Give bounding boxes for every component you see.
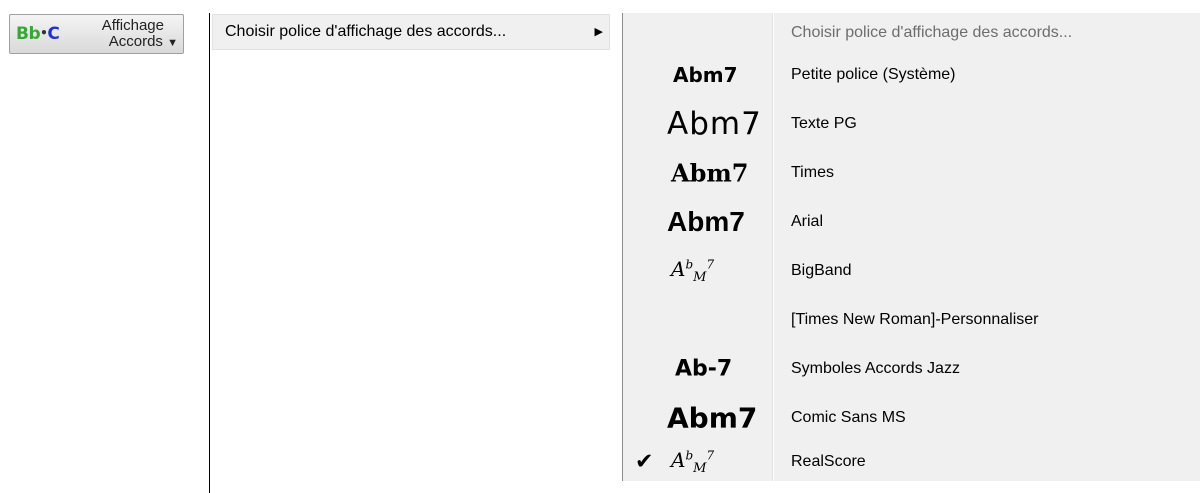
icon-c-text: C [47,24,60,44]
sample-flat: b [685,256,694,271]
chord-display-button[interactable]: Bb•C Affichage Accords ▼ [9,14,184,54]
font-sample: Ab-7 [675,356,733,381]
sample-flat: b [685,447,694,462]
font-option-arial[interactable]: Abm7 Arial [623,197,1200,246]
sample-minor: M [693,269,707,285]
sample-root: A [671,256,686,281]
font-option-times[interactable]: Abm7 Times [623,148,1200,197]
menu-item-choose-chord-font[interactable]: Choisir police d'affichage des accords..… [212,14,610,50]
font-option-times-new-roman-custom[interactable]: [Times New Roman]-Personnaliser [623,295,1200,344]
font-option-label: Comic Sans MS [791,408,906,426]
font-option-bigband[interactable]: AbM7 BigBand [623,246,1200,295]
font-option-comic-sans[interactable]: Abm7 Comic Sans MS [623,393,1200,442]
font-sample: AbM7 [671,448,714,476]
font-sample: Abm7 [667,205,745,237]
sample-seventh: 7 [706,447,715,462]
chord-display-icon: Bb•C [16,24,60,44]
sample-minor: M [693,460,707,476]
font-option-label: Petite police (Système) [791,65,956,83]
font-option-label: RealScore [791,452,866,470]
font-option-label: Symboles Accords Jazz [791,359,960,377]
font-option-label: Times [791,163,834,181]
font-option-label: [Times New Roman]-Personnaliser [791,310,1039,328]
label-line2: Accords [108,33,163,50]
submenu-header: Choisir police d'affichage des accords..… [623,13,1200,53]
font-sample: Abm7 [667,401,758,434]
font-option-texte-pg[interactable]: Abm7 Texte PG [623,99,1200,148]
font-option-label: Arial [791,212,824,230]
checkmark-icon: ✔ [635,449,654,474]
font-option-jazz-symbols[interactable]: Ab-7 Symboles Accords Jazz [623,344,1200,393]
chord-display-label: Affichage Accords ▼ [84,18,178,51]
font-sample: Abm7 [667,105,762,142]
font-sample: AbM7 [671,257,714,285]
font-sample: Abm7 [673,62,738,87]
sample-seventh: 7 [706,256,715,271]
menu-item-label: Choisir police d'affichage des accords..… [225,23,507,40]
font-option-label: BigBand [791,261,852,279]
sample-root: A [671,447,686,472]
font-option-realscore[interactable]: ✔ AbM7 RealScore [623,437,1200,486]
chord-font-submenu: Choisir police d'affichage des accords..… [622,13,1200,481]
font-option-petite-police[interactable]: Abm7 Petite police (Système) [623,50,1200,99]
submenu-header-label: Choisir police d'affichage des accords..… [791,24,1073,41]
chord-menu: Choisir police d'affichage des accords..… [209,13,624,493]
icon-dot-text: • [40,26,48,40]
font-option-label: Texte PG [791,114,857,132]
font-sample: Abm7 [671,158,749,187]
icon-bb-text: Bb [16,24,41,44]
submenu-arrow-icon: ▶ [594,25,603,38]
label-line1: Affichage [101,17,164,34]
dropdown-arrow-icon: ▼ [167,37,178,49]
